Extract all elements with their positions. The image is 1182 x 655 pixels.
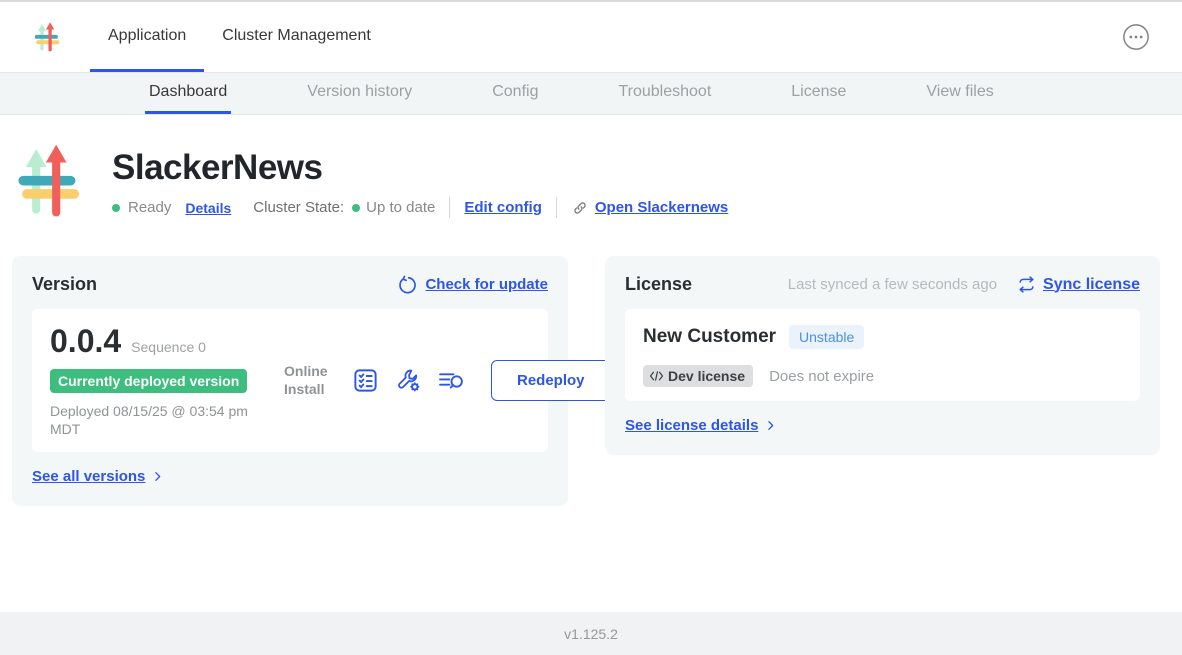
deployed-status-badge: Currently deployed version (50, 369, 247, 393)
chain-link-icon (571, 199, 589, 217)
open-app-link[interactable]: Open Slackernews (571, 199, 728, 217)
more-menu-icon[interactable] (1122, 23, 1150, 51)
preflight-checks-icon[interactable] (352, 367, 379, 394)
see-license-details-label: See license details (625, 417, 758, 434)
sync-arrows-icon (1017, 275, 1036, 294)
code-brackets-icon (649, 370, 664, 382)
sync-license-link[interactable]: Sync license (1017, 275, 1140, 294)
console-footer: v1.125.2 (0, 612, 1182, 655)
last-synced-label: Last synced a few seconds ago (788, 276, 997, 293)
redeploy-button[interactable]: Redeploy (491, 360, 611, 401)
tab-cluster-management[interactable]: Cluster Management (204, 2, 389, 72)
license-expiry: Does not expire (769, 368, 874, 385)
sequence-label: Sequence 0 (131, 339, 206, 355)
app-title-texts: SlackerNews Ready Details Cluster State:… (112, 142, 728, 220)
app-status-label: Ready (128, 199, 171, 216)
subnav-config[interactable]: Config (488, 73, 542, 114)
app-title-block: SlackerNews Ready Details Cluster State:… (0, 115, 1182, 220)
app-header-bar: Application Cluster Management (0, 2, 1182, 72)
version-number-row: 0.0.4 Sequence 0 (50, 323, 278, 360)
app-logo-large-icon (14, 142, 88, 220)
subnav-troubleshoot[interactable]: Troubleshoot (614, 73, 715, 114)
see-all-versions-link[interactable]: See all versions (32, 468, 164, 485)
app-status-row: Ready Details Cluster State: Up to date … (112, 197, 728, 218)
current-version-panel: 0.0.4 Sequence 0 Currently deployed vers… (32, 309, 548, 452)
version-card-header: Version Check for update (32, 274, 548, 295)
subnav-view-files[interactable]: View files (922, 73, 997, 114)
version-number: 0.0.4 (50, 323, 121, 360)
license-type-row: Dev license Does not expire (643, 365, 1122, 387)
console-version: v1.125.2 (564, 626, 618, 642)
version-info: 0.0.4 Sequence 0 Currently deployed vers… (50, 323, 278, 438)
refresh-icon (397, 275, 417, 295)
edit-config-link[interactable]: Edit config (464, 199, 542, 216)
check-for-update-link[interactable]: Check for update (397, 275, 548, 295)
dashboard-cards: Version Check for update 0.0.4 Sequence … (0, 220, 1182, 506)
license-type-label: Dev license (668, 368, 745, 384)
license-card: License Last synced a few seconds ago Sy… (605, 256, 1160, 455)
deployed-timestamp: Deployed 08/15/25 @ 03:54 pm MDT (50, 402, 275, 438)
install-type-label: Online Install (284, 363, 336, 398)
subnav-license[interactable]: License (787, 73, 850, 114)
license-card-header: License Last synced a few seconds ago Sy… (625, 274, 1140, 295)
cluster-state-dot (352, 204, 360, 212)
customer-row: New Customer Unstable (643, 325, 1122, 349)
cluster-state-value: Up to date (366, 199, 435, 216)
subnav-dashboard[interactable]: Dashboard (145, 73, 231, 114)
license-card-title: License (625, 274, 692, 295)
page-title: SlackerNews (112, 148, 728, 188)
admin-console-page: Application Cluster Management Dashboard… (0, 0, 1182, 655)
see-license-details-link[interactable]: See license details (625, 417, 777, 434)
version-actions: Online Install (284, 360, 611, 401)
app-subnav: Dashboard Version history Config Trouble… (0, 72, 1182, 115)
sync-license-label: Sync license (1043, 276, 1140, 294)
open-app-link-label: Open Slackernews (595, 199, 728, 216)
license-panel: New Customer Unstable Dev license Does n… (625, 309, 1140, 401)
chevron-right-icon (764, 419, 777, 432)
divider (556, 197, 557, 218)
view-diff-icon[interactable] (438, 367, 465, 394)
license-type-badge: Dev license (643, 365, 753, 387)
divider (449, 197, 450, 218)
subnav-version-history[interactable]: Version history (303, 73, 416, 114)
customer-name: New Customer (643, 326, 776, 348)
status-details-link[interactable]: Details (185, 200, 231, 216)
version-card: Version Check for update 0.0.4 Sequence … (12, 256, 568, 506)
chevron-right-icon (151, 470, 164, 483)
app-logo-small-icon (33, 17, 63, 57)
see-all-versions-label: See all versions (32, 468, 145, 485)
app-status-dot (112, 204, 120, 212)
header-right (1122, 2, 1182, 72)
version-card-title: Version (32, 274, 97, 295)
tab-application[interactable]: Application (90, 2, 204, 72)
channel-badge: Unstable (789, 325, 864, 349)
config-wrench-icon[interactable] (395, 367, 422, 394)
header-tabs: Application Cluster Management (90, 2, 389, 72)
check-for-update-label: Check for update (425, 276, 548, 293)
cluster-state-label: Cluster State: (253, 199, 344, 216)
